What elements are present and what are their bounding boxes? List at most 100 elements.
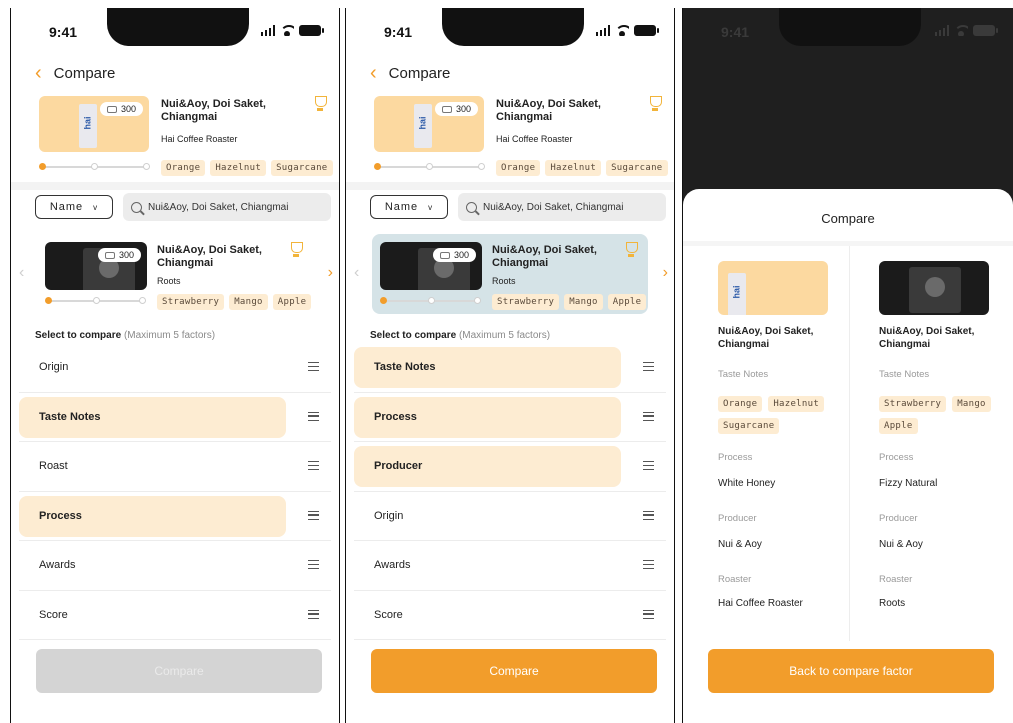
taste-tag: Strawberry xyxy=(492,294,560,310)
wifi-icon xyxy=(280,25,294,36)
price-badge: 300 xyxy=(99,102,143,116)
compare-column: Nui&Aoy, Doi Saket, Chiangmai Taste Note… xyxy=(879,261,1013,609)
taste-tag: Sugarcane xyxy=(271,160,333,176)
section-divider xyxy=(683,241,1013,246)
roaster-value: Hai Coffee Roaster xyxy=(718,598,803,609)
wifi-icon xyxy=(615,25,629,36)
taste-tag: Hazelnut xyxy=(768,396,825,412)
chevron-right-icon[interactable]: › xyxy=(663,264,668,282)
roaster-name: Hai Coffee Roaster xyxy=(161,134,238,144)
coin-icon xyxy=(441,105,452,113)
coffee-image: 300 xyxy=(380,242,482,290)
producer-value: Nui & Aoy xyxy=(879,539,923,550)
candidate-card[interactable]: 300 Nui&Aoy, Doi Saket, Chiangmai Roots … xyxy=(372,234,648,314)
back-icon[interactable]: ‹ xyxy=(35,63,42,83)
coffee-bag-image xyxy=(909,267,961,313)
price-badge: 300 xyxy=(432,248,476,262)
battery-icon xyxy=(299,25,324,36)
roast-level-indicator xyxy=(374,163,485,170)
coffee-name: Nui&Aoy, Doi Saket, Chiangmai xyxy=(161,98,266,123)
status-time: 9:41 xyxy=(384,24,413,40)
taste-tags: Strawberry Mango Apple xyxy=(157,294,312,310)
phone-screen-1: 9:41 ‹ Compare 300 Nui&Aoy, Doi Saket, C… xyxy=(10,8,340,723)
factor-item[interactable]: Score xyxy=(11,591,339,640)
coffee-pack-image xyxy=(728,273,746,315)
factor-item[interactable]: Origin xyxy=(11,343,339,393)
candidate-card[interactable]: 300 Nui&Aoy, Doi Saket, Chiangmai Roots … xyxy=(37,234,313,314)
search-input[interactable]: Nui&Aoy, Doi Saket, Chiangmai xyxy=(458,193,666,221)
filter-select[interactable]: Name v xyxy=(35,195,113,219)
trophy-icon xyxy=(624,242,638,258)
factor-item[interactable]: Process xyxy=(346,393,674,442)
compare-button[interactable]: Compare xyxy=(36,649,322,693)
factor-item[interactable]: Producer xyxy=(346,442,674,492)
header: ‹ Compare xyxy=(370,63,450,83)
taste-tags: Strawberry Mango Apple xyxy=(879,396,1009,434)
drag-handle-icon[interactable] xyxy=(643,560,654,569)
taste-tags: Orange Hazelnut Sugarcane xyxy=(496,160,668,176)
candidate-carousel: ‹ 300 Nui&Aoy, Doi Saket, Chiangmai Root… xyxy=(346,234,674,316)
chevron-right-icon[interactable]: › xyxy=(328,264,333,282)
filter-select[interactable]: Name v xyxy=(370,195,448,219)
factor-item[interactable]: Awards xyxy=(11,541,339,591)
attr-label: Process xyxy=(879,452,914,463)
compare-button[interactable]: Compare xyxy=(371,649,657,693)
coffee-image xyxy=(718,261,828,315)
taste-tag: Hazelnut xyxy=(545,160,602,176)
drag-handle-icon[interactable] xyxy=(308,560,319,569)
drag-handle-icon[interactable] xyxy=(308,362,319,371)
notch xyxy=(442,8,584,46)
coffee-name: Nui&Aoy, Doi Saket, Chiangmai xyxy=(157,244,262,269)
taste-tags: Strawberry Mango Apple xyxy=(492,294,647,310)
drag-handle-icon[interactable] xyxy=(643,362,654,371)
roaster-name: Roots xyxy=(157,276,181,286)
attr-label: Taste Notes xyxy=(718,369,769,380)
drag-handle-icon[interactable] xyxy=(308,411,319,421)
factor-list: Origin Taste Notes Roast Process Awards … xyxy=(11,343,339,640)
attr-label: Roaster xyxy=(879,574,913,585)
sheet-title: Compare xyxy=(821,211,875,226)
process-value: Fizzy Natural xyxy=(879,478,938,489)
drag-handle-icon[interactable] xyxy=(643,411,654,421)
factor-item[interactable]: Score xyxy=(346,591,674,640)
drag-handle-icon[interactable] xyxy=(643,510,654,520)
page-title: Compare xyxy=(53,64,116,82)
battery-icon xyxy=(634,25,659,36)
taste-tag: Orange xyxy=(718,396,763,412)
drag-handle-icon[interactable] xyxy=(643,461,654,470)
factor-item[interactable]: Roast xyxy=(11,442,339,492)
producer-value: Nui & Aoy xyxy=(718,539,762,550)
search-icon xyxy=(466,201,477,213)
roaster-name: Roots xyxy=(492,276,516,286)
factor-item[interactable]: Process xyxy=(11,492,339,541)
roaster-name: Hai Coffee Roaster xyxy=(496,134,573,144)
trophy-icon xyxy=(648,96,662,112)
drag-handle-icon[interactable] xyxy=(308,461,319,470)
drag-handle-icon[interactable] xyxy=(643,609,654,619)
candidate-carousel: ‹ 300 Nui&Aoy, Doi Saket, Chiangmai Root… xyxy=(11,234,339,316)
roast-level-indicator xyxy=(380,297,481,304)
back-to-factors-button[interactable]: Back to compare factor xyxy=(708,649,994,693)
search-input[interactable]: Nui&Aoy, Doi Saket, Chiangmai xyxy=(123,193,331,221)
signal-icon xyxy=(260,25,275,36)
factor-list: Taste Notes Process Producer Origin Awar… xyxy=(346,343,674,640)
chevron-left-icon[interactable]: ‹ xyxy=(19,264,24,282)
coffee-name: Nui&Aoy, Doi Saket, Chiangmai xyxy=(492,244,597,269)
price-badge: 300 xyxy=(97,248,141,262)
roast-level-indicator xyxy=(39,163,150,170)
signal-icon xyxy=(934,25,949,36)
drag-handle-icon[interactable] xyxy=(308,510,319,520)
taste-tag: Sugarcane xyxy=(606,160,668,176)
factor-item[interactable]: Taste Notes xyxy=(11,393,339,442)
factor-item[interactable]: Taste Notes xyxy=(346,343,674,393)
factor-item[interactable]: Awards xyxy=(346,541,674,591)
battery-icon xyxy=(973,25,998,36)
chevron-left-icon[interactable]: ‹ xyxy=(354,264,359,282)
drag-handle-icon[interactable] xyxy=(308,609,319,619)
taste-tag: Strawberry xyxy=(157,294,225,310)
factor-item[interactable]: Origin xyxy=(346,492,674,541)
section-divider xyxy=(11,182,339,190)
coin-icon xyxy=(439,251,450,259)
page-title: Compare xyxy=(388,64,451,82)
back-icon[interactable]: ‹ xyxy=(370,63,377,83)
